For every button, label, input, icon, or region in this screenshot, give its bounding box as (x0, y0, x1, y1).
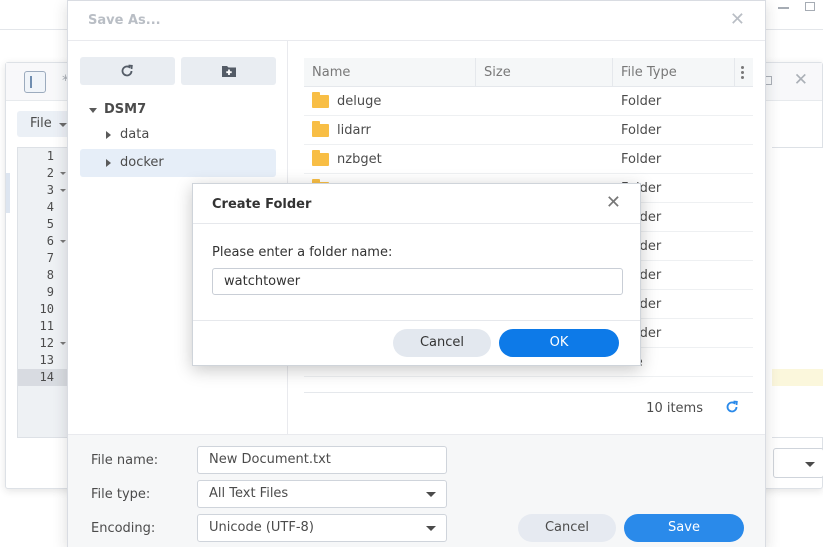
folder-name-prompt: Please enter a folder name: (212, 245, 393, 260)
folder-name-input[interactable]: watchtower (212, 268, 623, 295)
dialog-divider (193, 320, 640, 321)
create-folder-title: Create Folder (212, 197, 312, 212)
create-folder-dialog: Create Folder ✕ Please enter a folder na… (192, 183, 641, 366)
create-folder-header: Create Folder ✕ (193, 184, 640, 224)
cancel-button[interactable]: Cancel (393, 329, 491, 357)
close-icon[interactable]: ✕ (606, 193, 621, 213)
ok-button[interactable]: OK (499, 329, 619, 357)
